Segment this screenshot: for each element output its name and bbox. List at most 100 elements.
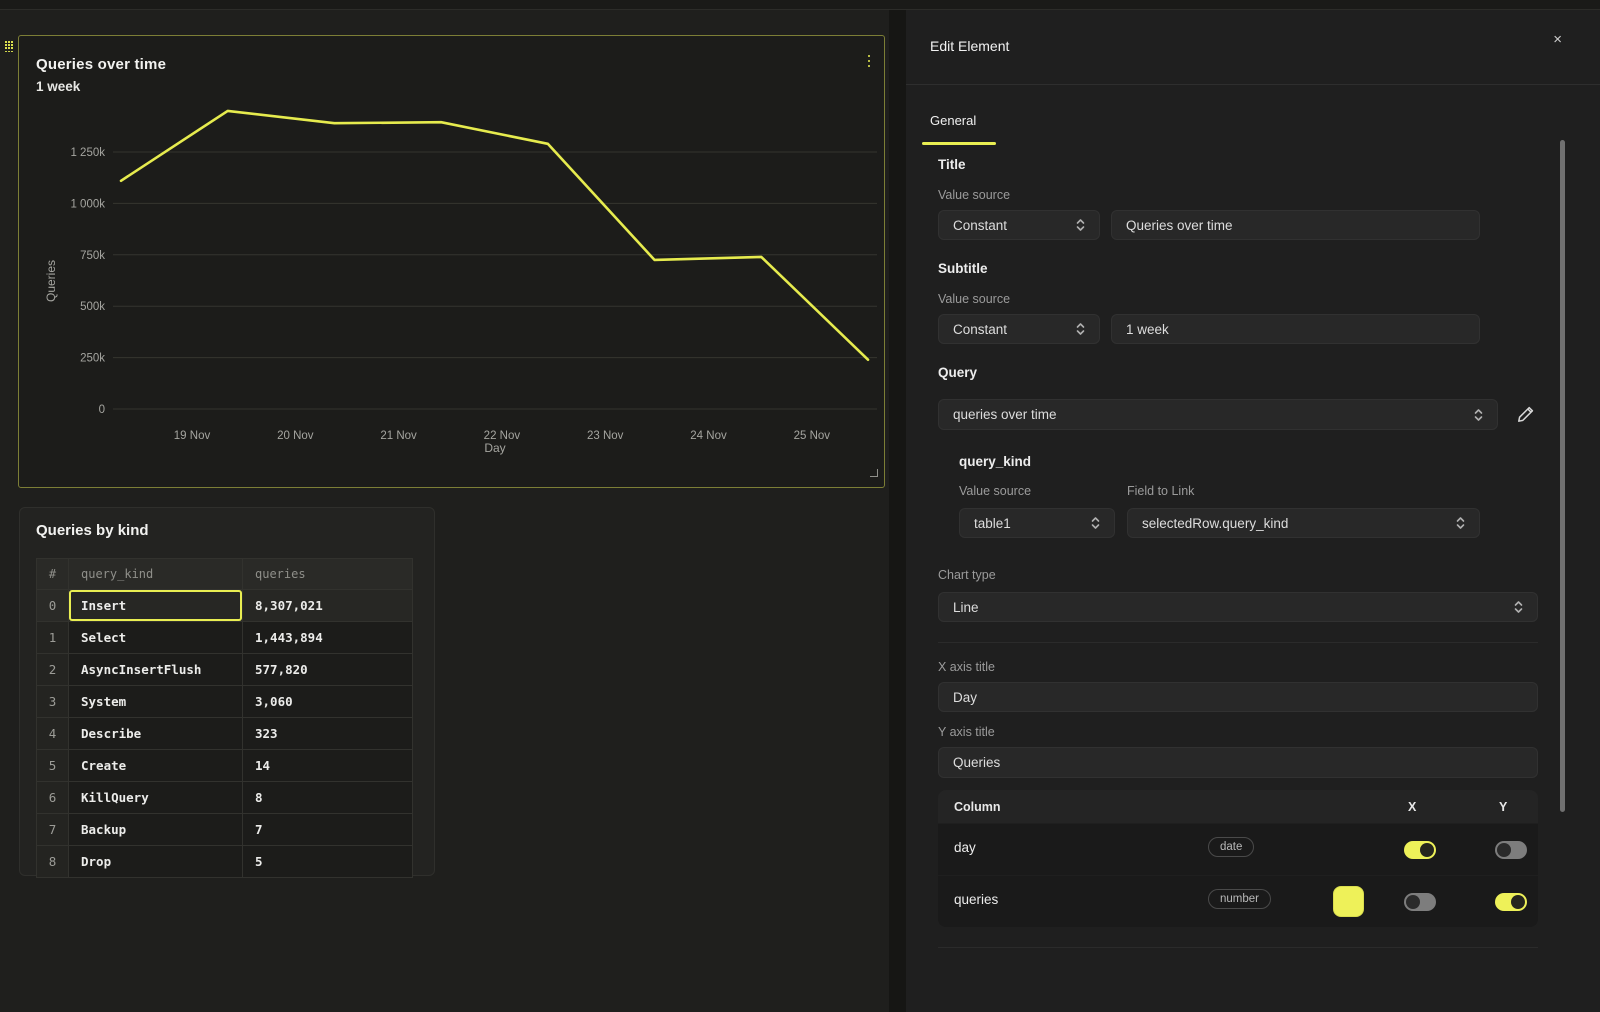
query-kind-value-source-label: Value source <box>959 484 1031 498</box>
y-axis-title-input[interactable]: Queries <box>938 747 1538 778</box>
column-type-badge: number <box>1208 889 1271 909</box>
x-axis-toggle[interactable] <box>1404 841 1436 859</box>
section-divider <box>938 947 1538 948</box>
chart-type-value: Line <box>953 600 979 615</box>
query-kind-cell[interactable]: KillQuery <box>69 782 243 814</box>
query-kind-cell[interactable]: Insert <box>69 590 243 622</box>
table-row[interactable]: 7Backup7 <box>37 814 413 846</box>
x-tick-label: 21 Nov <box>380 430 417 442</box>
title-source-select[interactable]: Constant <box>938 210 1100 240</box>
chevron-updown-icon <box>1091 516 1100 530</box>
tab-active-underline <box>922 142 996 145</box>
queries-cell[interactable]: 8,307,021 <box>243 590 413 622</box>
resize-corner-icon[interactable] <box>870 469 878 477</box>
subtitle-source-value: Constant <box>953 322 1007 337</box>
x-tick-label: 24 Nov <box>690 430 727 442</box>
drag-handle-icon[interactable] <box>5 41 14 54</box>
chart-type-label: Chart type <box>938 568 996 582</box>
x-header-label: X <box>1408 800 1416 814</box>
y-axis-toggle[interactable] <box>1495 841 1527 859</box>
subtitle-value-source-label: Value source <box>938 292 1010 306</box>
query-section-heading: Query <box>938 365 977 380</box>
tab-general-label: General <box>930 113 976 128</box>
panel-title: Edit Element <box>930 38 1009 54</box>
table-row[interactable]: 8Drop5 <box>37 846 413 878</box>
table-row[interactable]: 1Select1,443,894 <box>37 622 413 654</box>
table-header-row: # query_kind queries <box>37 559 413 590</box>
y-tick-label: 1 250k <box>70 147 105 159</box>
table-row[interactable]: 0Insert8,307,021 <box>37 590 413 622</box>
row-index-cell: 5 <box>37 750 69 782</box>
edit-element-panel: Edit Element × General Title Value sourc… <box>906 10 1600 1012</box>
queries-by-kind-table: # query_kind queries 0Insert8,307,0211Se… <box>36 558 413 878</box>
row-index-cell: 4 <box>37 718 69 750</box>
title-value-source-label: Value source <box>938 188 1010 202</box>
table-row[interactable]: 6KillQuery8 <box>37 782 413 814</box>
query-kind-source-value: table1 <box>974 516 1011 531</box>
queries-cell[interactable]: 5 <box>243 846 413 878</box>
section-divider <box>938 642 1538 643</box>
column-name: day <box>954 840 976 855</box>
queries-cell[interactable]: 14 <box>243 750 413 782</box>
column-config-header: Column X Y <box>938 790 1538 823</box>
col-header-queries: queries <box>243 559 413 590</box>
query-kind-source-select[interactable]: table1 <box>959 508 1115 538</box>
queries-by-kind-card: Queries by kind # query_kind queries 0In… <box>19 507 435 876</box>
x-axis-title-value: Day <box>953 690 977 705</box>
panel-divider <box>906 84 1600 85</box>
series-color-swatch[interactable] <box>1333 886 1364 917</box>
title-value-text: Queries over time <box>1126 218 1233 233</box>
subtitle-section-heading: Subtitle <box>938 261 988 276</box>
y-axis-title: Queries <box>44 260 58 302</box>
query-kind-cell[interactable]: Create <box>69 750 243 782</box>
table-card-title: Queries by kind <box>36 522 149 539</box>
queries-cell[interactable]: 8 <box>243 782 413 814</box>
subtitle-value-text: 1 week <box>1126 322 1169 337</box>
row-index-cell: 8 <box>37 846 69 878</box>
subtitle-value-input[interactable]: 1 week <box>1111 314 1480 344</box>
queries-cell[interactable]: 7 <box>243 814 413 846</box>
x-axis-title-label: X axis title <box>938 660 995 674</box>
queries-cell[interactable]: 577,820 <box>243 654 413 686</box>
query-select[interactable]: queries over time <box>938 399 1498 430</box>
y-axis-toggle[interactable] <box>1495 893 1527 911</box>
y-axis-title-value: Queries <box>953 755 1000 770</box>
table-row[interactable]: 3System3,060 <box>37 686 413 718</box>
table-row[interactable]: 5Create14 <box>37 750 413 782</box>
close-icon[interactable]: × <box>1553 32 1562 47</box>
query-kind-cell[interactable]: Select <box>69 622 243 654</box>
query-kind-cell[interactable]: Describe <box>69 718 243 750</box>
queries-cell[interactable]: 323 <box>243 718 413 750</box>
y-tick-label: 0 <box>99 404 105 416</box>
queries-cell[interactable]: 1,443,894 <box>243 622 413 654</box>
title-section-heading: Title <box>938 157 966 172</box>
table-row[interactable]: 2AsyncInsertFlush577,820 <box>37 654 413 686</box>
tab-general[interactable]: General <box>922 108 984 140</box>
title-value-input[interactable]: Queries over time <box>1111 210 1480 240</box>
x-axis-toggle[interactable] <box>1404 893 1436 911</box>
column-type-badge: date <box>1208 837 1254 857</box>
col-header-index: # <box>37 559 69 590</box>
query-kind-cell[interactable]: AsyncInsertFlush <box>69 654 243 686</box>
table-row[interactable]: 4Describe323 <box>37 718 413 750</box>
subtitle-source-select[interactable]: Constant <box>938 314 1100 344</box>
row-index-cell: 7 <box>37 814 69 846</box>
query-kind-cell[interactable]: Drop <box>69 846 243 878</box>
toggle-knob <box>1420 843 1434 857</box>
x-tick-label: 23 Nov <box>587 430 624 442</box>
query-kind-cell[interactable]: System <box>69 686 243 718</box>
edit-pencil-icon[interactable] <box>1516 404 1536 424</box>
column-config-row: queriesnumber <box>938 876 1538 927</box>
x-axis-title-input[interactable]: Day <box>938 682 1538 712</box>
window-top-strip <box>0 0 1600 10</box>
queries-cell[interactable]: 3,060 <box>243 686 413 718</box>
chevron-updown-icon <box>1474 408 1483 422</box>
query-select-value: queries over time <box>953 407 1057 422</box>
chart-card-queries-over-time[interactable]: Queries over time 1 week 1 250k1 000k750… <box>18 35 885 488</box>
chart-type-select[interactable]: Line <box>938 592 1538 622</box>
y-axis-title-label: Y axis title <box>938 725 995 739</box>
field-to-link-select[interactable]: selectedRow.query_kind <box>1127 508 1480 538</box>
query-kind-cell[interactable]: Backup <box>69 814 243 846</box>
panel-scrollbar[interactable] <box>1560 140 1565 812</box>
column-header-label: Column <box>954 800 1001 814</box>
